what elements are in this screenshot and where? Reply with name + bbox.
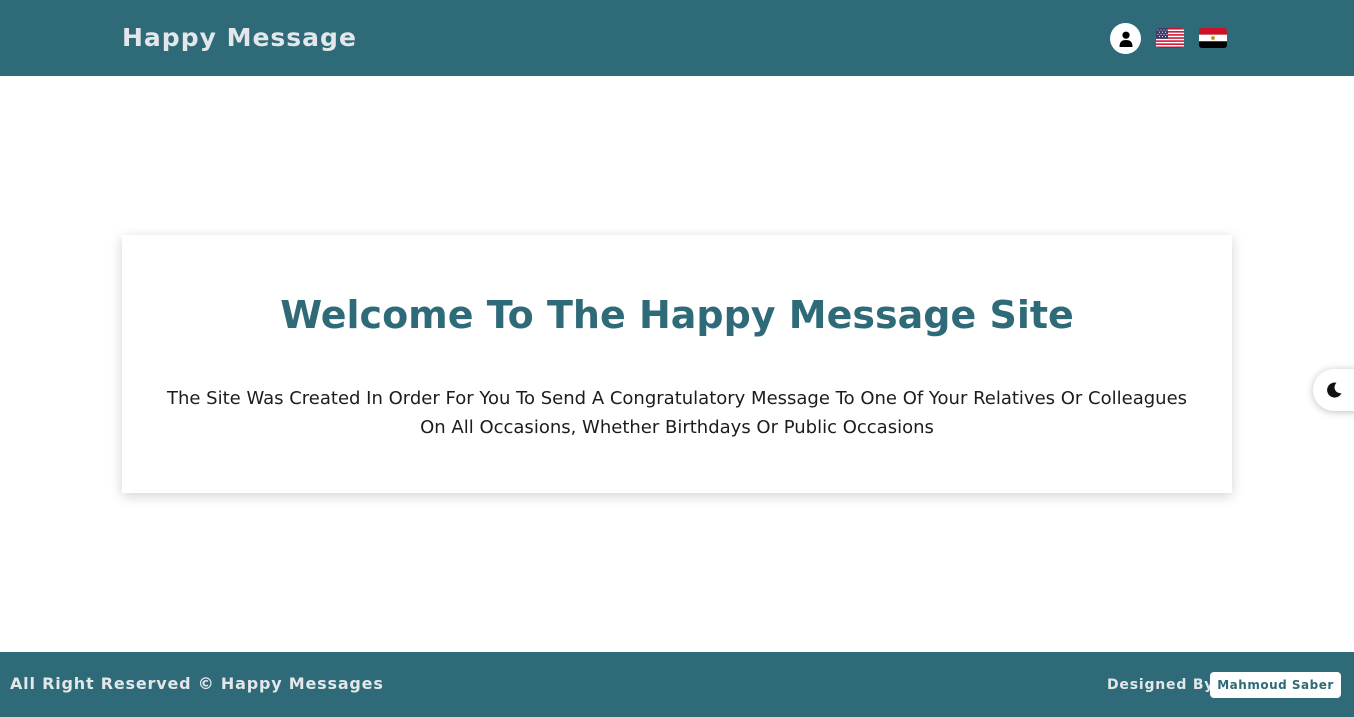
footer: All Right Reserved © Happy Messages Desi… bbox=[0, 652, 1354, 717]
brand-logo-link[interactable]: Happy Message bbox=[122, 20, 357, 56]
egypt-flag-icon bbox=[1199, 28, 1227, 48]
designed-by-label: Designed By bbox=[1107, 677, 1215, 693]
page: Happy Message Welcome To The Happy Messa… bbox=[0, 0, 1354, 717]
welcome-description-line-2: On All Occasions, Whether Birthdays Or P… bbox=[420, 417, 934, 438]
language-arabic-button[interactable] bbox=[1199, 28, 1227, 48]
user-account-button[interactable] bbox=[1110, 23, 1141, 54]
language-english-button[interactable] bbox=[1156, 28, 1184, 48]
us-flag-icon bbox=[1156, 28, 1184, 48]
header-actions bbox=[1110, 23, 1232, 54]
dark-mode-toggle[interactable] bbox=[1313, 369, 1354, 411]
user-icon bbox=[1119, 31, 1132, 47]
top-navbar: Happy Message bbox=[0, 0, 1354, 76]
welcome-title: Welcome To The Happy Message Site bbox=[280, 293, 1074, 337]
welcome-card: Welcome To The Happy Message Site The Si… bbox=[122, 235, 1232, 493]
moon-icon bbox=[1327, 382, 1342, 398]
copyright-text: All Right Reserved © Happy Messages bbox=[10, 674, 384, 693]
welcome-description-line-1: The Site Was Created In Order For You To… bbox=[166, 388, 1188, 409]
welcome-description: The Site Was Created In Order For You To… bbox=[132, 384, 1222, 442]
designer-name-link[interactable]: Mahmoud Saber bbox=[1210, 672, 1341, 698]
